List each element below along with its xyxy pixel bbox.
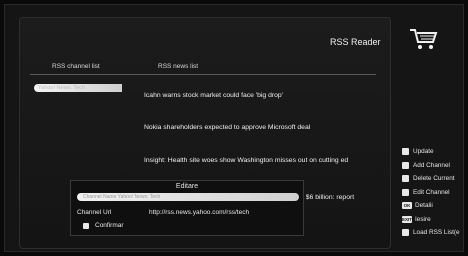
- app-title: RSS Reader: [330, 37, 381, 47]
- checkbox-icon: [83, 222, 89, 229]
- exit-key-icon: EXIT: [402, 215, 413, 223]
- add-channel-button[interactable]: Add Channel: [402, 159, 460, 173]
- channel-item-selected[interactable]: Yahoo! News: Tech: [34, 84, 122, 92]
- update-button[interactable]: Update: [402, 145, 460, 159]
- news-item[interactable]: t $6 billion: report: [302, 194, 354, 201]
- checkbox-icon: [402, 188, 409, 196]
- checkbox-icon: [402, 148, 409, 156]
- edit-channel-button[interactable]: Edit Channel: [402, 186, 460, 200]
- edit-dialog: Editare Channel Name Yahoo! News: Tech C…: [70, 180, 304, 236]
- header-divider: [30, 74, 376, 75]
- load-rss-list-label: Load RSS List(e: [413, 229, 460, 237]
- action-sidebar: Update Add Channel Delete Current Edit C…: [402, 145, 460, 240]
- checkbox-icon: [402, 161, 409, 169]
- delete-current-button[interactable]: Delete Current: [402, 172, 460, 186]
- channel-url-field[interactable]: http://rss.news.yahoo.com/rss/tech: [149, 209, 249, 216]
- confirm-label: Confirmar: [95, 222, 124, 229]
- channel-url-label: Channel Url: [77, 209, 112, 216]
- news-item[interactable]: Insight: Health site woes show Washingto…: [144, 157, 348, 164]
- confirm-button[interactable]: Confirmar: [83, 222, 124, 229]
- edit-channel-label: Edit Channel: [413, 188, 450, 196]
- load-rss-list-button[interactable]: Load RSS List(e: [402, 226, 460, 240]
- exit-button[interactable]: EXIT Iesire: [402, 213, 460, 227]
- cart-icon: [410, 29, 438, 49]
- exit-label: Iesire: [415, 215, 431, 223]
- channel-list-header: RSS channel list: [52, 63, 100, 70]
- dialog-title: Editare: [175, 183, 199, 190]
- delete-current-label: Delete Current: [413, 175, 455, 183]
- news-item[interactable]: Icahn warns stock market could face 'big…: [144, 92, 283, 99]
- channel-name-field[interactable]: Channel Name Yahoo! News: Tech: [77, 193, 299, 201]
- checkbox-icon: [402, 175, 409, 183]
- details-button[interactable]: OK Detalii: [402, 199, 460, 213]
- news-list-header: RSS news list: [158, 63, 199, 70]
- add-channel-label: Add Channel: [413, 161, 450, 169]
- ok-key-icon: OK: [402, 202, 412, 210]
- checkbox-icon: [402, 229, 409, 237]
- details-label: Detalii: [415, 202, 433, 210]
- news-item[interactable]: Nokia shareholders expected to approve M…: [144, 124, 310, 131]
- update-label: Update: [413, 148, 434, 156]
